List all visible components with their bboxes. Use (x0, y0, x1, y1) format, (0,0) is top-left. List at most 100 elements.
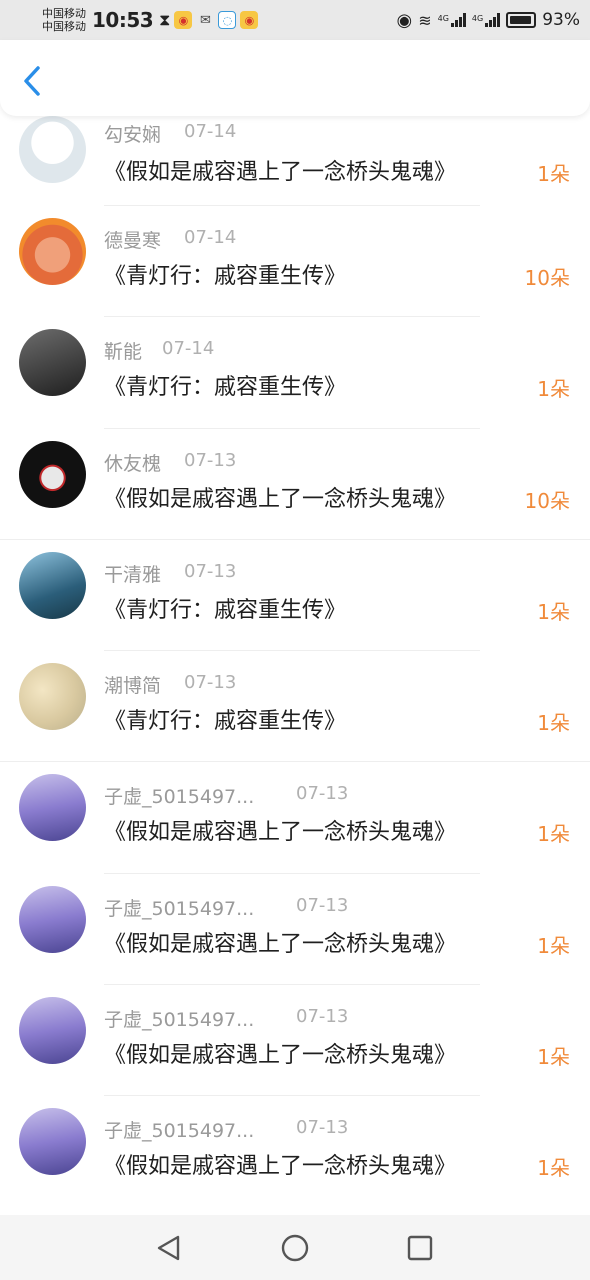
battery-percent: 93% (542, 10, 580, 30)
gift-date: 07-13 (184, 449, 237, 471)
weibo-icon: ◉ (174, 11, 193, 29)
book-title[interactable]: 《假如是戚容遇上了一念桥头鬼魂》 (104, 926, 456, 958)
gift-list: 勾安娴 07-14 《假如是戚容遇上了一念桥头鬼魂》 1朵 德曼寒 07-14 《青灯行：戚… (0, 116, 590, 1208)
flower-count: 10朵 (524, 488, 570, 513)
signal-icon (450, 13, 466, 27)
flower-count: 10朵 (524, 266, 570, 290)
list-item[interactable]: 潮博简 07-13 《青灯行：戚容重生传》 1朵 (0, 651, 590, 763)
avatar[interactable] (19, 329, 86, 397)
gift-date: 07-13 (296, 894, 349, 916)
gift-date: 07-14 (184, 227, 237, 248)
list-item[interactable]: 干清雅 07-13 《青灯行：戚容重生传》 1朵 (0, 540, 590, 652)
avatar[interactable] (19, 663, 86, 731)
gift-date: 07-13 (184, 560, 237, 582)
weibo-icon: ◉ (240, 11, 259, 29)
flower-count: 1朵 (537, 377, 570, 402)
back-button[interactable] (20, 64, 48, 98)
carrier-info: 中国移动 中国移动 (42, 7, 86, 33)
chevron-left-icon (24, 66, 40, 96)
user-name[interactable]: 靳能 (104, 341, 142, 363)
avatar[interactable] (19, 774, 86, 842)
item-meta: 休友槐 07-13 (104, 449, 236, 476)
battery-icon (506, 12, 537, 28)
gift-date: 07-13 (296, 783, 349, 805)
nav-home-button[interactable] (280, 1233, 310, 1263)
network-type-1: 4G (437, 13, 449, 23)
header (0, 40, 590, 116)
book-title[interactable]: 《青灯行：戚容重生传》 (104, 592, 346, 624)
system-status: ◉ ≋ 4G 4G 93% (396, 10, 580, 31)
list-item[interactable]: 德曼寒 07-14 《青灯行：戚容重生传》 10朵 (0, 206, 590, 318)
book-title[interactable]: 《青灯行：戚容重生传》 (104, 369, 346, 401)
avatar[interactable] (19, 116, 86, 183)
user-name[interactable]: 子虚_5015497... (104, 1009, 254, 1031)
wifi-icon: ≋ (418, 10, 432, 30)
hourglass-icon: ⧗ (159, 10, 171, 29)
avatar[interactable] (19, 1108, 86, 1176)
gift-record-page: 中国移动 中国移动 10:53 ⧗ ◉ ✉ ◌ ◉ ◉ ≋ 4G 4G 93% (0, 0, 590, 1280)
item-meta: 潮博简 07-13 (104, 671, 236, 698)
item-meta: 德曼寒 07-14 (104, 226, 236, 253)
signal-icon (485, 13, 501, 27)
flower-count: 1朵 (537, 822, 570, 847)
gift-date: 07-14 (184, 121, 237, 142)
nav-recents-button[interactable] (405, 1233, 435, 1263)
list-item[interactable]: 子虚_5015497... 07-13 《假如是戚容遇上了一念桥头鬼魂》 1朵 (0, 762, 590, 874)
book-title[interactable]: 《假如是戚容遇上了一念桥头鬼魂》 (104, 1037, 456, 1069)
user-name[interactable]: 休友槐 (104, 453, 161, 475)
list-item[interactable]: 靳能 07-14 《青灯行：戚容重生传》 1朵 (0, 317, 590, 429)
avatar[interactable] (19, 997, 86, 1065)
flower-count: 1朵 (537, 162, 570, 186)
book-title[interactable]: 《假如是戚容遇上了一念桥头鬼魂》 (104, 154, 456, 186)
list-item[interactable]: 勾安娴 07-14 《假如是戚容遇上了一念桥头鬼魂》 1朵 (0, 116, 590, 206)
clock: 10:53 (92, 8, 154, 32)
item-meta: 勾安娴 07-14 (104, 120, 236, 147)
wechat-icon: ✉ (196, 11, 215, 29)
avatar[interactable] (19, 218, 86, 285)
flower-count: 1朵 (537, 599, 570, 624)
gift-date: 07-13 (184, 672, 237, 694)
item-meta: 子虚_5015497... 07-13 (104, 1005, 348, 1032)
item-meta: 子虚_5015497... 07-13 (104, 782, 348, 809)
book-title[interactable]: 《青灯行：戚容重生传》 (104, 703, 346, 735)
user-name[interactable]: 子虚_5015497... (104, 898, 254, 920)
avatar[interactable] (19, 551, 86, 619)
status-bar: 中国移动 中国移动 10:53 ⧗ ◉ ✉ ◌ ◉ ◉ ≋ 4G 4G 93% (0, 0, 590, 40)
gift-date: 07-14 (162, 338, 215, 360)
book-title[interactable]: 《假如是戚容遇上了一念桥头鬼魂》 (104, 814, 456, 846)
home-circle-icon (281, 1234, 309, 1262)
flower-count: 1朵 (537, 1045, 570, 1070)
navigation-bar (0, 1215, 590, 1280)
network-type-2: 4G (471, 13, 484, 23)
flower-count: 1朵 (537, 933, 570, 958)
book-title[interactable]: 《青灯行：戚容重生传》 (104, 258, 346, 290)
user-name[interactable]: 干清雅 (104, 564, 161, 586)
battery-fill (510, 16, 531, 24)
list-item[interactable]: 子虚_5015497... 07-13 《假如是戚容遇上了一念桥头鬼魂》 1朵 (0, 985, 590, 1097)
back-triangle-icon (157, 1235, 180, 1261)
user-name[interactable]: 子虚_5015497... (104, 1120, 254, 1142)
avatar[interactable] (19, 440, 86, 508)
user-name[interactable]: 德曼寒 (104, 230, 161, 252)
list-item[interactable]: 子虚_5015497... 07-13 《假如是戚容遇上了一念桥头鬼魂》 1朵 (0, 874, 590, 986)
nav-back-button[interactable] (154, 1233, 184, 1263)
list-item[interactable]: 子虚_5015497... 07-13 《假如是戚容遇上了一念桥头鬼魂》 1朵 (0, 1096, 590, 1207)
eye-icon: ◉ (396, 9, 413, 31)
book-title[interactable]: 《假如是戚容遇上了一念桥头鬼魂》 (104, 1148, 456, 1180)
item-meta: 干清雅 07-13 (104, 560, 236, 587)
chat-icon: ◌ (218, 11, 237, 29)
carrier-1: 中国移动 (42, 7, 86, 20)
recents-square-icon (407, 1235, 433, 1261)
gift-date: 07-13 (296, 1117, 349, 1139)
notification-icons: ⧗ ◉ ✉ ◌ ◉ (159, 10, 259, 30)
item-meta: 子虚_5015497... 07-13 (104, 894, 348, 921)
user-name[interactable]: 潮博简 (104, 675, 161, 697)
avatar[interactable] (19, 885, 86, 953)
list-item[interactable]: 休友槐 07-13 《假如是戚容遇上了一念桥头鬼魂》 10朵 (0, 429, 590, 540)
book-title[interactable]: 《假如是戚容遇上了一念桥头鬼魂》 (104, 481, 456, 513)
user-name[interactable]: 子虚_5015497... (104, 786, 254, 808)
user-name[interactable]: 勾安娴 (104, 124, 161, 146)
carrier-2: 中国移动 (42, 20, 86, 33)
flower-count: 1朵 (537, 711, 570, 736)
item-meta: 子虚_5015497... 07-13 (104, 1116, 348, 1143)
